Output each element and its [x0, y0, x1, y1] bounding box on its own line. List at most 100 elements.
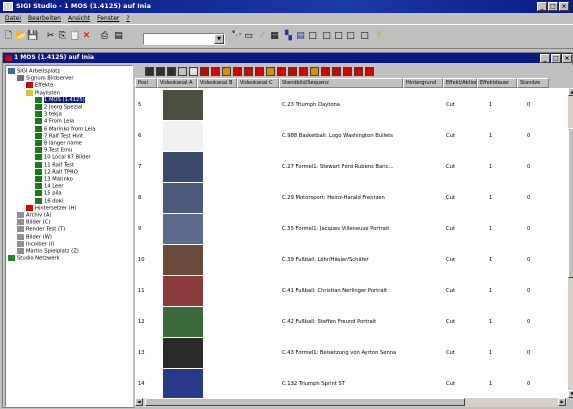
- scroll-up-icon[interactable]: ▲: [568, 88, 573, 96]
- close-button[interactable]: ×: [559, 2, 569, 11]
- tree-item[interactable]: Incoiber (I): [17, 240, 54, 248]
- delete-icon[interactable]: ✕: [81, 31, 92, 42]
- effect-icon[interactable]: [211, 67, 220, 76]
- child-maximize-button[interactable]: □: [551, 54, 561, 63]
- thumbnail[interactable]: [163, 369, 203, 398]
- table-row[interactable]: 8 C.29 Motorsport: Heinz-Harald Frentzen C…: [135, 181, 567, 215]
- tree-item[interactable]: SIGI Arbeitsplatz: [8, 68, 60, 75]
- column-header[interactable]: Effektdauer: [477, 78, 517, 88]
- menu-help[interactable]: ?: [126, 13, 129, 24]
- print-icon[interactable]: ⎙: [99, 31, 110, 42]
- save-icon[interactable]: 💾: [27, 31, 38, 42]
- effect-icon[interactable]: [222, 67, 231, 76]
- effect-icon[interactable]: [145, 67, 154, 76]
- effect-icon[interactable]: [343, 67, 352, 76]
- table-row[interactable]: 10 C.39 Fußball: Löhr/Häsler/Schäfer Cut 1 0: [135, 243, 567, 277]
- tree-item[interactable]: 2 Joerg Spezial: [35, 104, 82, 111]
- effect-icon[interactable]: [365, 67, 374, 76]
- column-header[interactable]: Videokanal B: [197, 78, 237, 88]
- window-icon[interactable]: □: [333, 31, 344, 42]
- table-row[interactable]: 14 C.132 Triumph Sprint ST Cut 1 0: [135, 367, 567, 398]
- tree-item[interactable]: 9 Test Emu: [35, 147, 72, 154]
- table-row[interactable]: 9 C.35 Formel1: Jacques Villeneuve Portra…: [135, 212, 567, 246]
- app-icon[interactable]: [3, 2, 13, 11]
- tree-item[interactable]: Martin Spielplatz (Z): [17, 248, 79, 255]
- effect-icon[interactable]: [299, 67, 308, 76]
- thumbnail[interactable]: [163, 90, 203, 120]
- window-icon[interactable]: □: [307, 31, 318, 42]
- child-close-button[interactable]: ×: [562, 54, 572, 63]
- table-row[interactable]: 12 C.42 Fußball: Steffen Freund Portrait C…: [135, 305, 567, 339]
- tree-item[interactable]: 15 pila: [35, 190, 62, 197]
- hscroll-thumb[interactable]: [145, 398, 465, 406]
- thumbnail[interactable]: [163, 214, 203, 244]
- tree-item[interactable]: 12 Ralf TPRO: [35, 168, 78, 176]
- tree-item[interactable]: Render Test (T): [17, 226, 65, 233]
- tree-view[interactable]: SIGI Arbeitsplatz Signum Bildserver Effekt…: [5, 65, 133, 407]
- table-row[interactable]: 6 C.988 Basketball: Logo Washington Bulle…: [135, 119, 567, 153]
- thumbnail[interactable]: [163, 338, 203, 368]
- effect-icon[interactable]: [156, 67, 165, 76]
- tree-item[interactable]: 1 MOS (1.4125): [35, 96, 85, 104]
- column-header[interactable]: Effekt/Aktion: [443, 78, 477, 88]
- layout-icon[interactable]: ▚: [283, 31, 294, 42]
- window-icon[interactable]: □: [321, 31, 332, 42]
- tree-item[interactable]: 11 Ralf Test: [35, 161, 74, 169]
- menu-ansicht[interactable]: Ansicht: [68, 13, 90, 24]
- effect-icon[interactable]: [321, 67, 330, 76]
- tree-item[interactable]: 14 Leer: [35, 183, 64, 190]
- tag-icon[interactable]: ▭: [243, 31, 254, 42]
- thumbnail[interactable]: [163, 152, 203, 182]
- tree-item[interactable]: 8 langer name: [35, 140, 82, 147]
- wand-icon[interactable]: ⁄: [257, 31, 268, 42]
- grid-icon[interactable]: ▦: [269, 31, 280, 42]
- copy-icon[interactable]: ⎘: [57, 31, 68, 42]
- tree-item[interactable]: Archiv (A): [17, 212, 51, 219]
- tree-item[interactable]: 13 Marinko: [35, 176, 73, 183]
- table-row[interactable]: 11 C.41 Fußball: Christian Nerlinger Port…: [135, 274, 567, 308]
- effect-icon[interactable]: [310, 67, 319, 76]
- open-folder-icon[interactable]: 📂: [15, 31, 26, 42]
- binoculars-icon[interactable]: 🔭: [231, 31, 242, 42]
- horizontal-scrollbar[interactable]: ◀ ▶: [135, 398, 567, 407]
- tree-item[interactable]: 10 Local 87 Bilder: [35, 154, 91, 161]
- column-header[interactable]: Videokanal A: [157, 78, 197, 88]
- chevron-down-icon[interactable]: ▼: [214, 34, 224, 44]
- thumbnail[interactable]: [163, 307, 203, 337]
- effect-icon[interactable]: [277, 67, 286, 76]
- cut-icon[interactable]: ✂: [45, 31, 56, 42]
- toolbar-combo[interactable]: ▼: [143, 33, 225, 45]
- effect-icon[interactable]: [266, 67, 275, 76]
- column-header[interactable]: Standbild/Sequenz: [279, 78, 403, 88]
- list-view-icon[interactable]: ▤: [295, 31, 306, 42]
- vertical-scrollbar[interactable]: ▲ ▼: [567, 88, 573, 398]
- effect-icon[interactable]: [167, 67, 176, 76]
- effect-icon[interactable]: [288, 67, 297, 76]
- table-row[interactable]: 7 C.27 Formel1: Stewart Ford Rubens Baric…: [135, 150, 567, 184]
- tree-item[interactable]: 16 doki: [35, 197, 63, 205]
- effect-icon[interactable]: [178, 67, 187, 76]
- tree-item[interactable]: Signum Bildserver: [17, 75, 73, 82]
- thumbnail[interactable]: [163, 245, 203, 275]
- new-file-icon[interactable]: 🗋: [3, 31, 14, 42]
- table-row[interactable]: 13 C.43 Formel1: Beisetzung von Ayrton Se…: [135, 336, 567, 370]
- tree-item[interactable]: Bilder (C): [17, 219, 50, 226]
- menu-datei[interactable]: Datei: [5, 13, 21, 24]
- effect-icon[interactable]: [200, 67, 209, 76]
- thumbnail[interactable]: [163, 121, 203, 151]
- column-header[interactable]: Videokanal C: [237, 78, 279, 88]
- effect-icon[interactable]: [332, 67, 341, 76]
- tree-item[interactable]: Bilder (W): [17, 233, 52, 241]
- tree-item[interactable]: Playlisten: [26, 89, 60, 97]
- tree-item[interactable]: 6 Marinko from Leia: [35, 125, 95, 133]
- scroll-down-icon[interactable]: ▼: [568, 390, 573, 398]
- scroll-thumb[interactable]: [568, 128, 573, 278]
- properties-icon[interactable]: ▤: [113, 31, 124, 42]
- window-icon[interactable]: □: [359, 31, 370, 42]
- scroll-right-icon[interactable]: ▶: [558, 398, 566, 406]
- column-header[interactable]: Posi: [135, 78, 157, 88]
- column-header[interactable]: Hintergrund: [403, 78, 443, 88]
- tree-item[interactable]: Hintersetzer (H): [26, 204, 77, 212]
- effect-icon[interactable]: [244, 67, 253, 76]
- tree-item[interactable]: Studio Netzwerk: [8, 255, 60, 262]
